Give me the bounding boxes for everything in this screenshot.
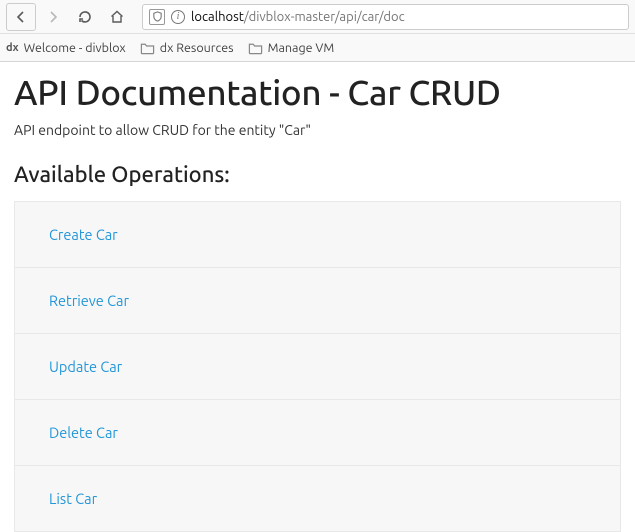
page-content: API Documentation - Car CRUD API endpoin… [0,62,635,532]
operation-item[interactable]: Delete Car [14,399,621,465]
operations-list: Create Car Retrieve Car Update Car Delet… [14,201,621,532]
url-bar[interactable]: i localhost/divblox-master/api/car/doc [142,4,629,30]
bookmark-label: Manage VM [268,41,335,55]
reload-button[interactable] [70,3,100,31]
operation-item[interactable]: List Car [14,465,621,532]
folder-icon [140,42,155,54]
home-button[interactable] [102,3,132,31]
bookmark-welcome-divblox[interactable]: dx Welcome - divblox [6,41,126,55]
bookmark-dx-resources[interactable]: dx Resources [140,41,234,55]
operation-link-retrieve[interactable]: Retrieve Car [49,292,129,309]
folder-icon [248,42,263,54]
shield-icon [149,9,165,25]
url-path: /divblox-master/api/car/doc [244,10,405,24]
operation-link-list[interactable]: List Car [49,490,97,507]
section-heading: Available Operations: [14,162,621,187]
operation-item[interactable]: Create Car [14,201,621,267]
url-host: localhost [191,10,244,24]
bookmark-manage-vm[interactable]: Manage VM [248,41,335,55]
operation-item[interactable]: Retrieve Car [14,267,621,333]
bookmark-label: dx Resources [160,41,234,55]
dx-icon: dx [6,42,19,54]
operation-link-update[interactable]: Update Car [49,358,122,375]
url-text: localhost/divblox-master/api/car/doc [191,10,405,24]
operation-link-create[interactable]: Create Car [49,226,118,243]
operation-link-delete[interactable]: Delete Car [49,424,118,441]
bookmark-label: Welcome - divblox [24,41,126,55]
bookmarks-bar: dx Welcome - divblox dx Resources Manage… [0,34,635,62]
page-title: API Documentation - Car CRUD [14,72,621,112]
info-icon: i [171,10,185,24]
back-button[interactable] [6,3,36,31]
browser-toolbar: i localhost/divblox-master/api/car/doc [0,0,635,34]
forward-button[interactable] [38,3,68,31]
operation-item[interactable]: Update Car [14,333,621,399]
page-subtitle: API endpoint to allow CRUD for the entit… [14,122,621,138]
